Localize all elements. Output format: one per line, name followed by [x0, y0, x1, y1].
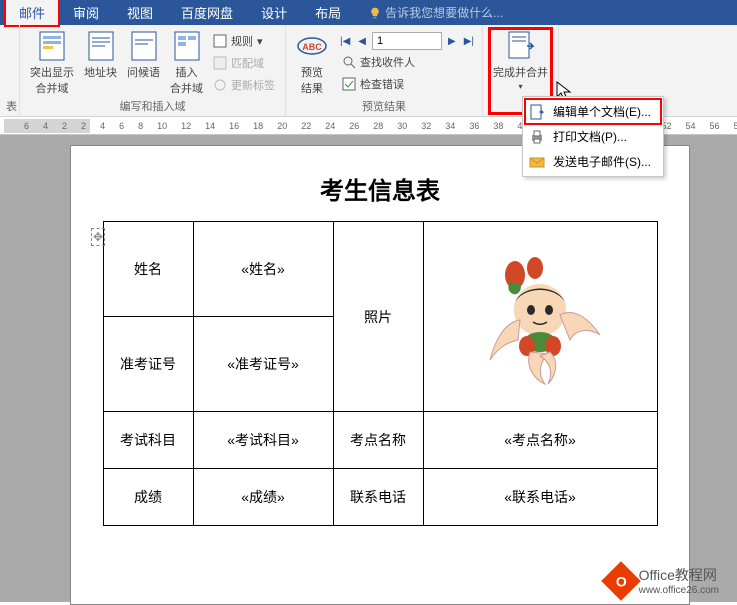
- preview-icon: ABC: [296, 30, 328, 62]
- watermark: O Office教程网 www.office26.com: [607, 565, 719, 596]
- table-row: 考试科目 «考试科目» 考点名称 «考点名称»: [103, 412, 657, 469]
- rules-button[interactable]: 规则 ▾: [209, 31, 279, 51]
- tell-me[interactable]: 告诉我您想要做什么...: [355, 0, 517, 25]
- preview-results-button[interactable]: ABC 预览 结果: [292, 28, 332, 98]
- check-errors-button[interactable]: 检查错误: [338, 74, 476, 94]
- field-site: «考点名称»: [423, 412, 657, 469]
- label-score: 成绩: [103, 469, 193, 526]
- ribbon-tabs: 邮件 审阅 视图 百度网盘 设计 布局 告诉我您想要做什么...: [0, 0, 737, 25]
- field-name: «姓名»: [193, 222, 333, 317]
- group-write-insert: 编写和插入域: [26, 98, 279, 114]
- field-score: «成绩»: [193, 469, 333, 526]
- field-phone: «联系电话»: [423, 469, 657, 526]
- cartoon-image: [465, 240, 615, 390]
- print-documents-item[interactable]: 打印文档(P)...: [525, 124, 661, 149]
- finish-merge-dropdown: 编辑单个文档(E)... 打印文档(P)... 发送电子邮件(S)...: [522, 96, 664, 177]
- edit-doc-icon: [529, 104, 545, 120]
- watermark-logo: O: [601, 561, 641, 601]
- nav-first-button[interactable]: |◀: [338, 36, 352, 47]
- match-fields-button: 匹配域: [209, 53, 279, 73]
- lightbulb-icon: [369, 7, 381, 19]
- insert-merge-icon: [171, 30, 203, 62]
- nav-next-button[interactable]: ▶: [446, 36, 458, 47]
- finish-merge-icon: [505, 30, 537, 62]
- tab-view[interactable]: 视图: [113, 0, 167, 26]
- label-phone: 联系电话: [333, 469, 423, 526]
- document-icon: [36, 30, 68, 62]
- tab-design[interactable]: 设计: [247, 0, 301, 26]
- email-icon: [529, 154, 545, 170]
- tab-baidu[interactable]: 百度网盘: [167, 0, 247, 26]
- group-preview: 预览结果: [292, 98, 476, 114]
- label-subject: 考试科目: [103, 412, 193, 469]
- highlight-merge-button[interactable]: 突出显示 合并域: [26, 28, 78, 98]
- table-anchor-icon[interactable]: ✥: [91, 228, 105, 246]
- group-table: 表: [6, 98, 13, 114]
- match-icon: [213, 56, 227, 70]
- edit-documents-item[interactable]: 编辑单个文档(E)...: [525, 99, 661, 124]
- field-exam-id: «准考证号»: [193, 317, 333, 412]
- record-number-input[interactable]: [372, 32, 442, 50]
- watermark-url: www.office26.com: [639, 585, 719, 596]
- address-block-button[interactable]: 地址块: [80, 28, 121, 98]
- photo-cell: [423, 222, 657, 412]
- update-labels-button: 更新标签: [209, 75, 279, 95]
- update-icon: [213, 78, 227, 92]
- tab-mail[interactable]: 邮件: [5, 0, 59, 26]
- tab-review[interactable]: 审阅: [59, 0, 113, 26]
- nav-prev-button[interactable]: ◀: [356, 36, 368, 47]
- find-recipient-button[interactable]: 查找收件人: [338, 52, 476, 72]
- document-page: ✥ 考生信息表 姓名 «姓名» 照片: [70, 145, 690, 605]
- nav-last-button[interactable]: ▶|: [462, 36, 476, 47]
- tab-layout[interactable]: 布局: [301, 0, 355, 26]
- greeting-button[interactable]: 问候语: [123, 28, 164, 98]
- table-row: 成绩 «成绩» 联系电话 «联系电话»: [103, 469, 657, 526]
- send-email-item[interactable]: 发送电子邮件(S)...: [525, 149, 661, 174]
- svg-text:ABC: ABC: [302, 42, 322, 52]
- watermark-title: Office教程网: [639, 567, 717, 583]
- label-site: 考点名称: [333, 412, 423, 469]
- document-area: ✥ 考生信息表 姓名 «姓名» 照片: [0, 135, 737, 602]
- table-row: 姓名 «姓名» 照片: [103, 222, 657, 317]
- check-icon: [342, 77, 356, 91]
- field-subject: «考试科目»: [193, 412, 333, 469]
- address-icon: [85, 30, 117, 62]
- insert-merge-button[interactable]: 插入 合并域: [166, 28, 207, 98]
- info-table: 姓名 «姓名» 照片: [103, 221, 658, 526]
- search-icon: [342, 55, 356, 69]
- label-name: 姓名: [103, 222, 193, 317]
- label-photo: 照片: [333, 222, 423, 412]
- label-exam-id: 准考证号: [103, 317, 193, 412]
- greeting-icon: [128, 30, 160, 62]
- print-icon: [529, 129, 545, 145]
- rules-icon: [213, 34, 227, 48]
